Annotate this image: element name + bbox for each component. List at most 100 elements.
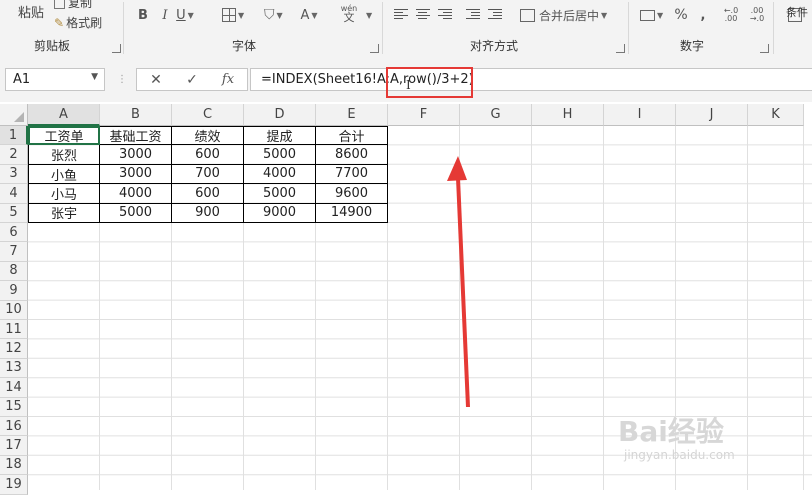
font-dialog-launcher[interactable] xyxy=(370,44,379,53)
chevron-down-icon[interactable]: ▼ xyxy=(277,11,283,20)
underline-button[interactable]: U ▼ xyxy=(176,5,194,25)
chevron-down-icon[interactable]: ▼ xyxy=(238,11,244,20)
align-center-icon[interactable] xyxy=(416,9,430,20)
column-header-h[interactable]: H xyxy=(532,104,604,126)
align-right-icon[interactable] xyxy=(438,9,452,20)
table-cell[interactable]: 9600 xyxy=(316,184,388,204)
row-header-14[interactable]: 14 xyxy=(0,378,28,398)
row-header-1[interactable]: 1 xyxy=(0,126,28,146)
chevron-down-icon[interactable]: ▼ xyxy=(188,11,194,20)
row-header-7[interactable]: 7 xyxy=(0,242,28,262)
comma-button[interactable]: , xyxy=(694,5,712,25)
row-header-16[interactable]: 16 xyxy=(0,417,28,437)
format-painter-button[interactable]: ✎ 格式刷 xyxy=(54,14,102,31)
chevron-down-icon[interactable]: ▼ xyxy=(91,72,98,82)
table-cell[interactable]: 600 xyxy=(172,145,244,165)
percent-button[interactable]: % xyxy=(672,5,690,25)
table-cell[interactable]: 14900 xyxy=(316,203,388,223)
formula-input[interactable]: =INDEX(Sheet16!A:A,row()/3+2) xyxy=(250,68,812,91)
table-header-cell[interactable]: 绩效 xyxy=(172,126,244,146)
column-header-j[interactable]: J xyxy=(676,104,748,126)
row-header-13[interactable]: 13 xyxy=(0,358,28,379)
italic-button[interactable]: I xyxy=(156,5,174,25)
clipboard-group-label: 剪贴板 xyxy=(34,39,71,53)
row-header-17[interactable]: 17 xyxy=(0,436,28,456)
column-header-f[interactable]: F xyxy=(388,104,460,126)
border-button[interactable]: ▼ xyxy=(222,5,244,25)
table-header-cell[interactable]: 提成 xyxy=(244,126,316,146)
table-cell[interactable]: 小马 xyxy=(28,184,100,204)
table-cell[interactable]: 600 xyxy=(172,184,244,204)
row-header-3[interactable]: 3 xyxy=(0,164,28,185)
table-cell[interactable]: 5000 xyxy=(244,145,316,165)
table-header-cell[interactable]: 工资单 xyxy=(28,126,100,146)
column-header-e[interactable]: E xyxy=(316,104,388,126)
cancel-icon[interactable]: ✕ xyxy=(141,69,171,90)
table-cell[interactable]: 4000 xyxy=(244,164,316,185)
merge-center-button[interactable]: 合并后居中 ▼ xyxy=(520,5,607,25)
column-header-k[interactable]: K xyxy=(748,104,804,126)
copy-icon xyxy=(54,0,65,9)
clipboard-dialog-launcher[interactable] xyxy=(112,44,121,53)
bold-button[interactable]: B xyxy=(134,5,152,25)
table-cell[interactable]: 3000 xyxy=(100,164,172,185)
column-header-a[interactable]: A xyxy=(28,104,100,126)
chevron-down-icon[interactable]: ▼ xyxy=(311,11,317,20)
table-cell[interactable]: 8600 xyxy=(316,145,388,165)
brush-icon: ✎ xyxy=(54,16,65,30)
table-cell[interactable]: 9000 xyxy=(244,203,316,223)
column-header-d[interactable]: D xyxy=(244,104,316,126)
row-header-18[interactable]: 18 xyxy=(0,455,28,476)
chevron-down-icon[interactable]: ▼ xyxy=(366,11,372,20)
row-header-9[interactable]: 9 xyxy=(0,281,28,301)
insert-function-button[interactable]: fx xyxy=(213,69,243,90)
copy-button[interactable]: 复制 xyxy=(54,0,92,11)
row-header-10[interactable]: 10 xyxy=(0,300,28,320)
row-header-15[interactable]: 15 xyxy=(0,397,28,417)
column-header-g[interactable]: G xyxy=(460,104,532,126)
column-header-b[interactable]: B xyxy=(100,104,172,126)
table-header-cell[interactable]: 合计 xyxy=(316,126,388,146)
table-cell[interactable]: 3000 xyxy=(100,145,172,165)
currency-icon xyxy=(640,9,655,21)
font-color-button[interactable]: A ▼ xyxy=(300,5,318,25)
column-header-i[interactable]: I xyxy=(604,104,676,126)
table-cell[interactable]: 5000 xyxy=(100,203,172,223)
chevron-down-icon[interactable]: ▼ xyxy=(657,11,663,20)
table-cell[interactable]: 7700 xyxy=(316,164,388,185)
column-header-c[interactable]: C xyxy=(172,104,244,126)
decrease-indent-icon[interactable] xyxy=(466,9,480,20)
increase-decimal-button[interactable]: ←.0.00 xyxy=(722,5,740,25)
splitter-handle[interactable]: ⋮ xyxy=(117,74,127,85)
row-header-19[interactable]: 19 xyxy=(0,475,28,495)
accounting-format-button[interactable]: ▼ xyxy=(640,5,663,25)
row-header-8[interactable]: 8 xyxy=(0,261,28,282)
enter-icon[interactable]: ✓ xyxy=(177,69,207,90)
table-cell[interactable]: 4000 xyxy=(100,184,172,204)
row-header-4[interactable]: 4 xyxy=(0,184,28,204)
table-cell[interactable]: 张烈 xyxy=(28,145,100,165)
table-cell[interactable]: 700 xyxy=(172,164,244,185)
row-header-6[interactable]: 6 xyxy=(0,223,28,243)
table-cell[interactable]: 900 xyxy=(172,203,244,223)
table-cell[interactable]: 张宇 xyxy=(28,203,100,223)
select-all-button[interactable] xyxy=(0,104,28,126)
row-header-11[interactable]: 11 xyxy=(0,320,28,340)
table-cell[interactable]: 5000 xyxy=(244,184,316,204)
alignment-dialog-launcher[interactable] xyxy=(616,44,625,53)
row-header-5[interactable]: 5 xyxy=(0,203,28,223)
table-cell[interactable]: 小鱼 xyxy=(28,164,100,185)
increase-indent-icon[interactable] xyxy=(488,9,502,20)
chevron-down-icon[interactable]: ▼ xyxy=(601,11,607,20)
fill-color-button[interactable]: ⛉ ▼ xyxy=(264,5,283,25)
align-left-icon[interactable] xyxy=(394,9,408,20)
table-header-cell[interactable]: 基础工资 xyxy=(100,126,172,146)
row-header-2[interactable]: 2 xyxy=(0,145,28,165)
number-dialog-launcher[interactable] xyxy=(760,44,769,53)
phonetic-button[interactable]: wén 文 xyxy=(340,3,358,23)
paste-button[interactable]: 粘贴 xyxy=(18,2,44,21)
text-cursor-icon: I xyxy=(406,78,411,92)
decrease-decimal-button[interactable]: .00 →.0 xyxy=(748,5,766,25)
row-header-12[interactable]: 12 xyxy=(0,339,28,359)
name-box[interactable]: A1 ▼ xyxy=(5,68,105,91)
